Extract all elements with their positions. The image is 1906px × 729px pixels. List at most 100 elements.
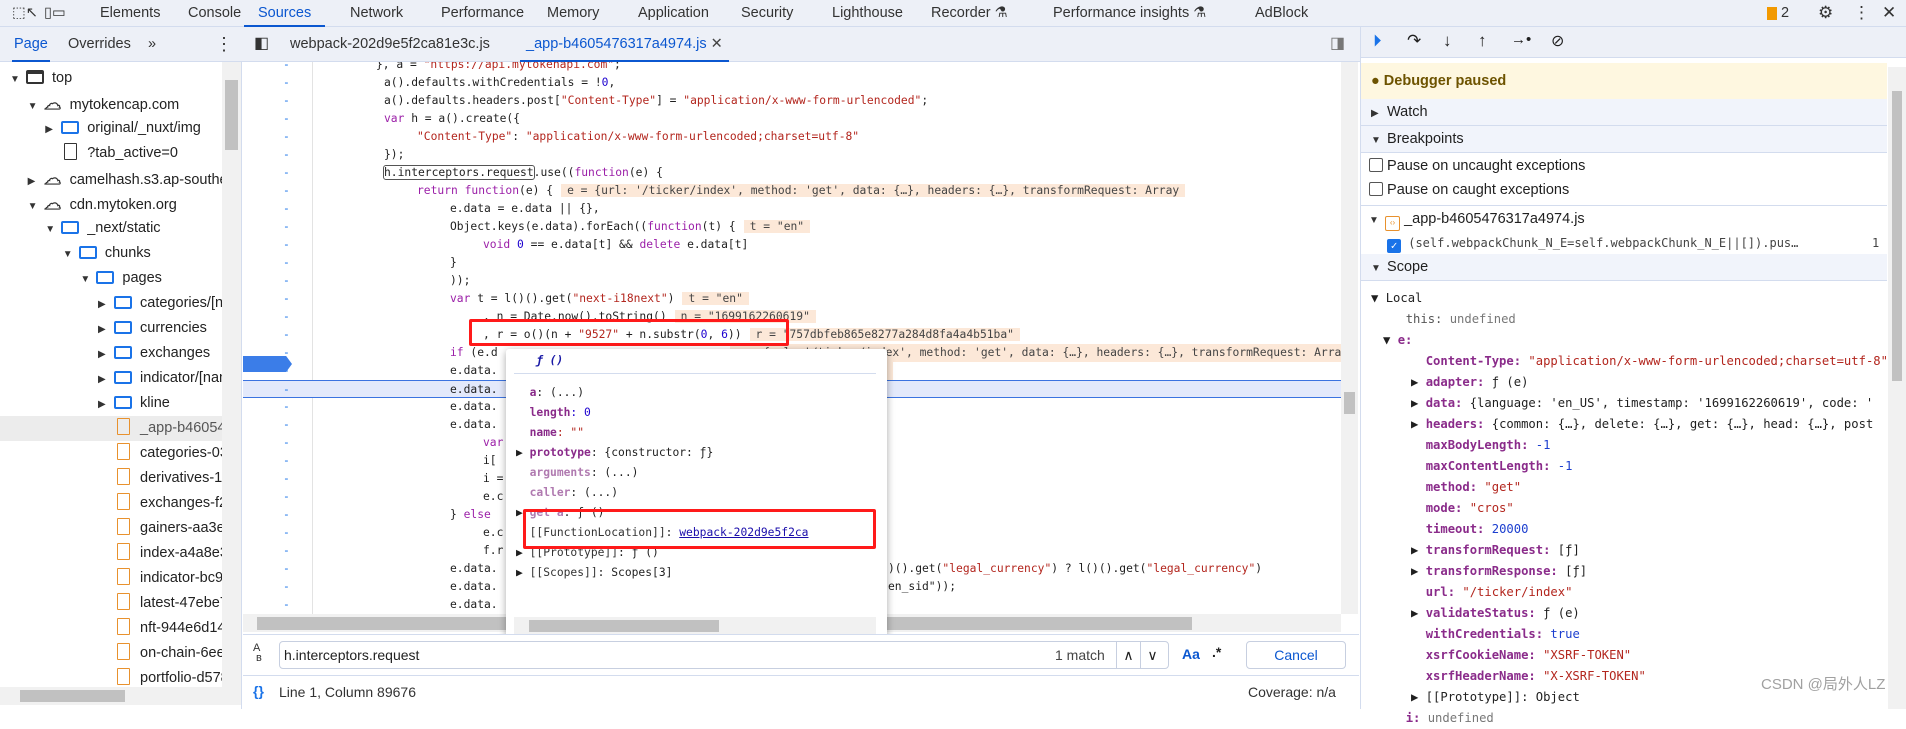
tree-item[interactable]: latest-47ebe7b: [0, 591, 222, 616]
more-options-icon[interactable]: ⋮: [1853, 0, 1870, 27]
tree-item[interactable]: ▶ categories/[na: [0, 291, 222, 316]
tree-item[interactable]: ▼ chunks: [0, 241, 222, 266]
previous-match-button[interactable]: ∧: [1116, 642, 1140, 668]
tab-security[interactable]: Security: [741, 0, 793, 27]
line-number[interactable]: -: [283, 110, 290, 128]
scope-entry[interactable]: ▼ Local: [1361, 288, 1887, 309]
scope-entry[interactable]: timeout: 20000: [1361, 519, 1887, 540]
tree-item[interactable]: _app-b460547: [0, 416, 222, 441]
popover-property[interactable]: ▶ prototype: {constructor: ƒ}: [516, 443, 713, 463]
code-line[interactable]: - h.interceptors.request.use((function(e)…: [243, 164, 1341, 182]
tree-item[interactable]: categories-034: [0, 441, 222, 466]
scope-entry[interactable]: ▶ transformRequest: [ƒ]: [1361, 540, 1887, 561]
scope-entry[interactable]: method: "get": [1361, 477, 1887, 498]
expand-right-icon[interactable]: ▶: [98, 342, 110, 366]
expand-down-icon[interactable]: ▼: [45, 217, 57, 241]
line-number[interactable]: -: [283, 596, 290, 614]
regex-button[interactable]: .*: [1212, 644, 1221, 660]
line-number[interactable]: -: [283, 164, 290, 182]
expand-down-icon[interactable]: ▼: [80, 267, 92, 291]
tree-item[interactable]: indicator-bc90: [0, 566, 222, 591]
tab-page[interactable]: Page: [12, 27, 50, 62]
step-into-icon[interactable]: ↓: [1443, 31, 1452, 51]
line-number[interactable]: -: [283, 452, 290, 470]
popover-property[interactable]: caller: (...): [516, 483, 618, 503]
tab-recorder[interactable]: Recorder ⚗: [931, 0, 1008, 27]
breakpoint-enabled-checkbox[interactable]: ✓: [1387, 239, 1401, 253]
tab-elements[interactable]: Elements: [100, 0, 160, 27]
expand-right-icon[interactable]: ▶: [516, 446, 530, 459]
inspect-element-icon[interactable]: ⬚↖: [12, 0, 38, 27]
scope-section-header[interactable]: ▼ Scope: [1361, 254, 1887, 281]
line-number[interactable]: -: [283, 74, 290, 92]
toggle-navigator-icon[interactable]: ◧: [254, 27, 269, 62]
line-number[interactable]: -: [283, 488, 290, 506]
expand-right-icon[interactable]: ▶: [516, 566, 530, 579]
cancel-search-button[interactable]: Cancel: [1246, 641, 1346, 669]
match-case-button[interactable]: Aa: [1182, 646, 1200, 662]
breakpoints-section-header[interactable]: ▼ Breakpoints: [1361, 126, 1887, 153]
expand-right-icon[interactable]: ▶: [1411, 417, 1426, 431]
line-number[interactable]: -: [283, 524, 290, 542]
code-line[interactable]: -));: [243, 272, 1341, 290]
code-line[interactable]: - void 0 == e.data[t] && delete e.data[t]: [243, 236, 1341, 254]
tab-application[interactable]: Application: [638, 0, 709, 27]
deactivate-breakpoints-icon[interactable]: ⊘: [1551, 31, 1564, 51]
scope-entry[interactable]: xsrfCookieName: "XSRF-TOKEN": [1361, 645, 1887, 666]
line-number[interactable]: -: [283, 92, 290, 110]
code-line[interactable]: - var t = l()().get("next-i18next") t = "e…: [243, 290, 1341, 308]
expand-right-icon[interactable]: ▶: [1411, 375, 1426, 389]
line-number[interactable]: -: [283, 434, 290, 452]
popover-horizontal-scrollbar[interactable]: [514, 617, 876, 635]
resume-icon[interactable]: ⏵: [1373, 31, 1382, 51]
code-line[interactable]: - Object.keys(e.data).forEach((function(t…: [243, 218, 1341, 236]
line-number[interactable]: -: [283, 200, 290, 218]
expand-right-icon[interactable]: ▶: [98, 367, 110, 391]
pause-uncaught-checkbox[interactable]: Pause on uncaught exceptions: [1369, 158, 1585, 174]
line-number[interactable]: -: [283, 218, 290, 236]
replace-toggle-icon[interactable]: A ʙ: [253, 643, 262, 664]
popover-property[interactable]: length: 0: [516, 403, 591, 423]
close-tab-icon[interactable]: ✕: [711, 36, 723, 52]
code-line[interactable]: - "Content-Type": "application/x-www-form…: [243, 128, 1341, 146]
code-line[interactable]: -});: [243, 146, 1341, 164]
expand-right-icon[interactable]: ▶: [98, 317, 110, 341]
tree-item[interactable]: exchanges-f27: [0, 491, 222, 516]
line-number[interactable]: -: [283, 290, 290, 308]
breakpoint-file-group[interactable]: ▼ ‹› _app-b4605476317a4974.js: [1369, 207, 1585, 233]
code-line[interactable]: -}, a = "https://api.mytokenapi.com";: [243, 62, 1341, 74]
tab-performance-insights[interactable]: Performance insights ⚗: [1053, 0, 1206, 27]
tab-performance[interactable]: Performance: [441, 0, 524, 27]
expand-right-icon[interactable]: ▶: [1411, 690, 1426, 704]
expand-down-icon[interactable]: ▼: [10, 67, 22, 91]
code-line[interactable]: -, r = o()(n + "9527" + n.substr(0, 6)) r…: [243, 326, 1341, 344]
search-input[interactable]: h.interceptors.request 1 match ∧ ∨: [279, 641, 1169, 669]
device-toolbar-icon[interactable]: ▯▭: [44, 0, 66, 27]
navigator-menu-icon[interactable]: ⋮: [215, 27, 233, 62]
line-number[interactable]: -: [283, 182, 290, 200]
scope-entry[interactable]: Content-Type: "application/x-www-form-ur…: [1361, 351, 1887, 372]
tree-item[interactable]: nft-944e6d146: [0, 616, 222, 641]
tree-item[interactable]: ▼ pages: [0, 266, 222, 291]
scope-entry[interactable]: withCredentials: true: [1361, 624, 1887, 645]
step-icon[interactable]: →•: [1511, 31, 1531, 48]
breakpoint-item[interactable]: ✓ (self.webpackChunk_N_E=self.webpackChu…: [1387, 232, 1887, 254]
expand-down-icon[interactable]: ▼: [28, 94, 40, 116]
scope-entry[interactable]: url: "/ticker/index": [1361, 582, 1887, 603]
popover-property[interactable]: arguments: (...): [516, 463, 639, 483]
line-number[interactable]: -: [283, 506, 290, 524]
line-number[interactable]: -: [283, 416, 290, 434]
toggle-debugger-icon[interactable]: ◨: [1330, 27, 1345, 62]
tree-item[interactable]: ▶ original/_nuxt/img: [0, 116, 222, 141]
popover-property[interactable]: a: (...): [516, 383, 584, 403]
step-over-icon[interactable]: ↷: [1407, 31, 1421, 51]
sidebar-vertical-scrollbar[interactable]: [1888, 67, 1906, 709]
expand-right-icon[interactable]: ▶: [1411, 564, 1426, 578]
popover-property[interactable]: ▶ [[Scopes]]: Scopes[3]: [516, 563, 672, 583]
tree-item[interactable]: ▶ currencies: [0, 316, 222, 341]
scope-entry[interactable]: mode: "cros": [1361, 498, 1887, 519]
more-tabs-chevron-icon[interactable]: »: [148, 27, 156, 62]
code-line[interactable]: - return function(e) {e = {url: '/ticker/…: [243, 182, 1341, 200]
popover-property[interactable]: name: "": [516, 423, 584, 443]
expand-down-icon[interactable]: ▼: [28, 194, 40, 216]
